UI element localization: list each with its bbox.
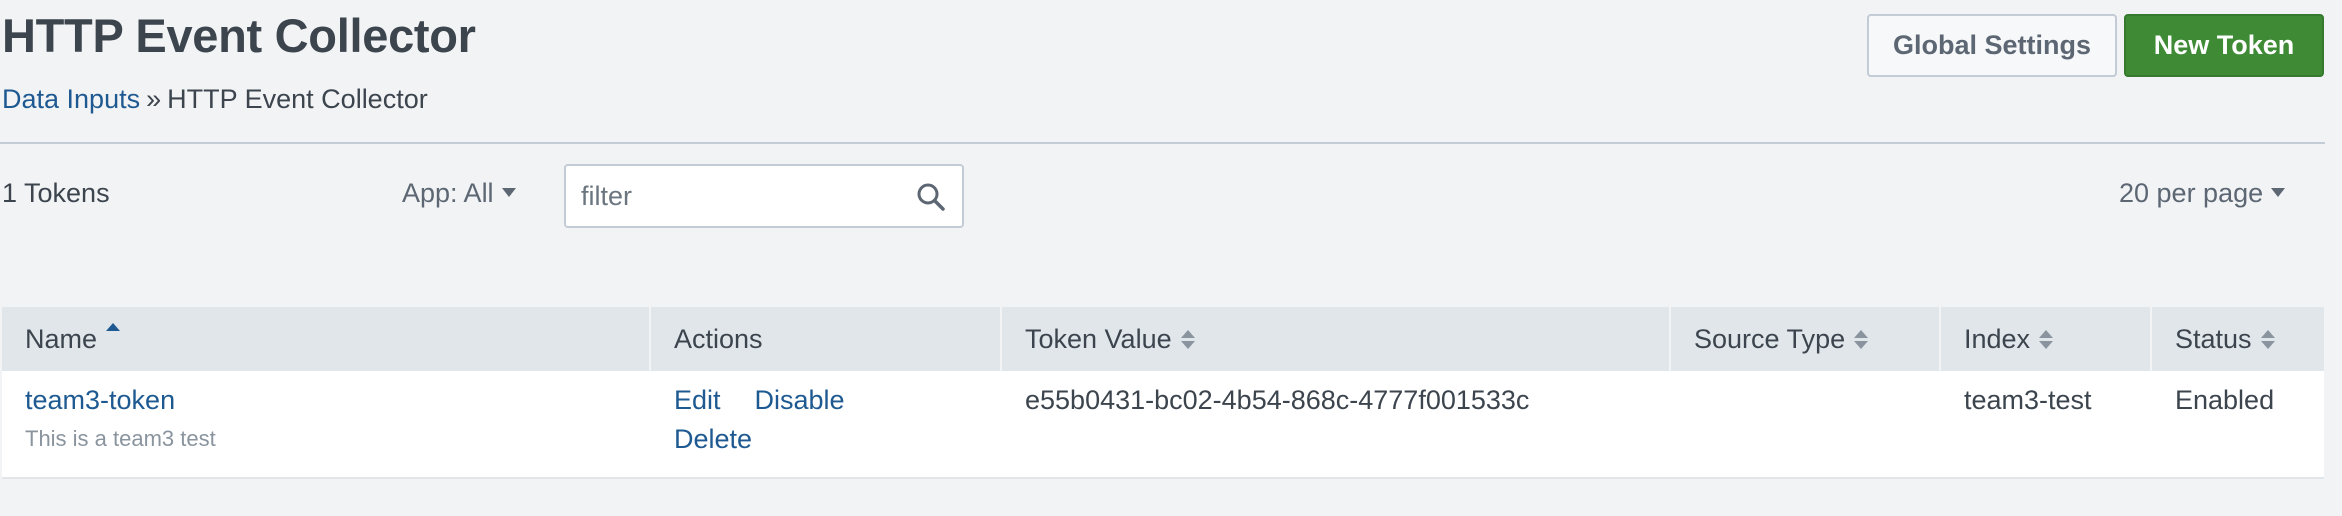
page-title: HTTP Event Collector <box>2 9 476 62</box>
table-row: team3-token This is a team3 test Edit Di… <box>2 371 2324 477</box>
token-name-link[interactable]: team3-token <box>25 385 651 416</box>
tokens-table: Name Actions Token Value Source Type Ind… <box>2 307 2324 479</box>
filter-input[interactable] <box>581 180 901 212</box>
column-header-label: Status <box>2175 323 2252 354</box>
header-divider <box>0 142 2325 144</box>
global-settings-button[interactable]: Global Settings <box>1867 14 2117 77</box>
column-header-source-type[interactable]: Source Type <box>1671 307 1941 371</box>
column-header-name[interactable]: Name <box>2 307 651 371</box>
chevron-down-icon <box>501 188 516 198</box>
cell-token-value: e55b0431-bc02-4b54-868c-4777f001533c <box>1025 385 1530 415</box>
delete-link[interactable]: Delete <box>674 424 752 454</box>
breadcrumb-link-data-inputs[interactable]: Data Inputs <box>2 84 140 114</box>
column-header-status[interactable]: Status <box>2152 307 2324 371</box>
page: HTTP Event Collector Data Inputs» HTTP Ev… <box>0 0 2342 516</box>
column-header-label: Token Value <box>1025 323 1172 354</box>
chevron-down-icon <box>2271 188 2286 198</box>
column-header-index[interactable]: Index <box>1941 307 2152 371</box>
sort-icon <box>1180 329 1195 349</box>
breadcrumb-separator: » <box>146 84 162 114</box>
filter-field[interactable] <box>564 164 964 228</box>
sort-icon <box>2039 329 2054 349</box>
column-header-label: Name <box>25 323 98 354</box>
per-page-label: 20 per page <box>2119 178 2264 208</box>
sort-icon <box>2260 329 2275 349</box>
breadcrumb: Data Inputs» HTTP Event Collector <box>2 84 428 115</box>
cell-source-type <box>1671 371 1941 477</box>
column-header-label: Actions <box>674 323 763 354</box>
app-filter-label: App: All <box>402 178 494 208</box>
disable-link[interactable]: Disable <box>755 385 845 416</box>
per-page-dropdown[interactable]: 20 per page <box>2119 178 2286 209</box>
token-count: 1 Tokens <box>2 178 110 208</box>
table-header: Name Actions Token Value Source Type Ind… <box>2 307 2324 371</box>
cell-status: Enabled <box>2175 385 2275 415</box>
token-description: This is a team3 test <box>25 426 216 451</box>
table-body: team3-token This is a team3 test Edit Di… <box>2 371 2324 479</box>
cell-actions: Edit Disable Delete <box>651 371 1002 477</box>
sort-icon <box>1854 329 1869 349</box>
breadcrumb-current: HTTP Event Collector <box>167 84 428 114</box>
column-header-token-value[interactable]: Token Value <box>1002 307 1671 371</box>
sort-ascending-icon <box>106 323 121 331</box>
search-icon[interactable] <box>916 182 946 212</box>
new-token-button[interactable]: New Token <box>2124 14 2324 77</box>
column-header-label: Source Type <box>1694 323 1846 354</box>
cell-index: team3-test <box>1964 385 2092 415</box>
column-header-label: Index <box>1964 323 2031 354</box>
cell-name: team3-token This is a team3 test <box>2 371 651 477</box>
app-filter-dropdown[interactable]: App: All <box>402 178 516 209</box>
column-header-actions: Actions <box>651 307 1002 371</box>
edit-link[interactable]: Edit <box>674 385 721 416</box>
